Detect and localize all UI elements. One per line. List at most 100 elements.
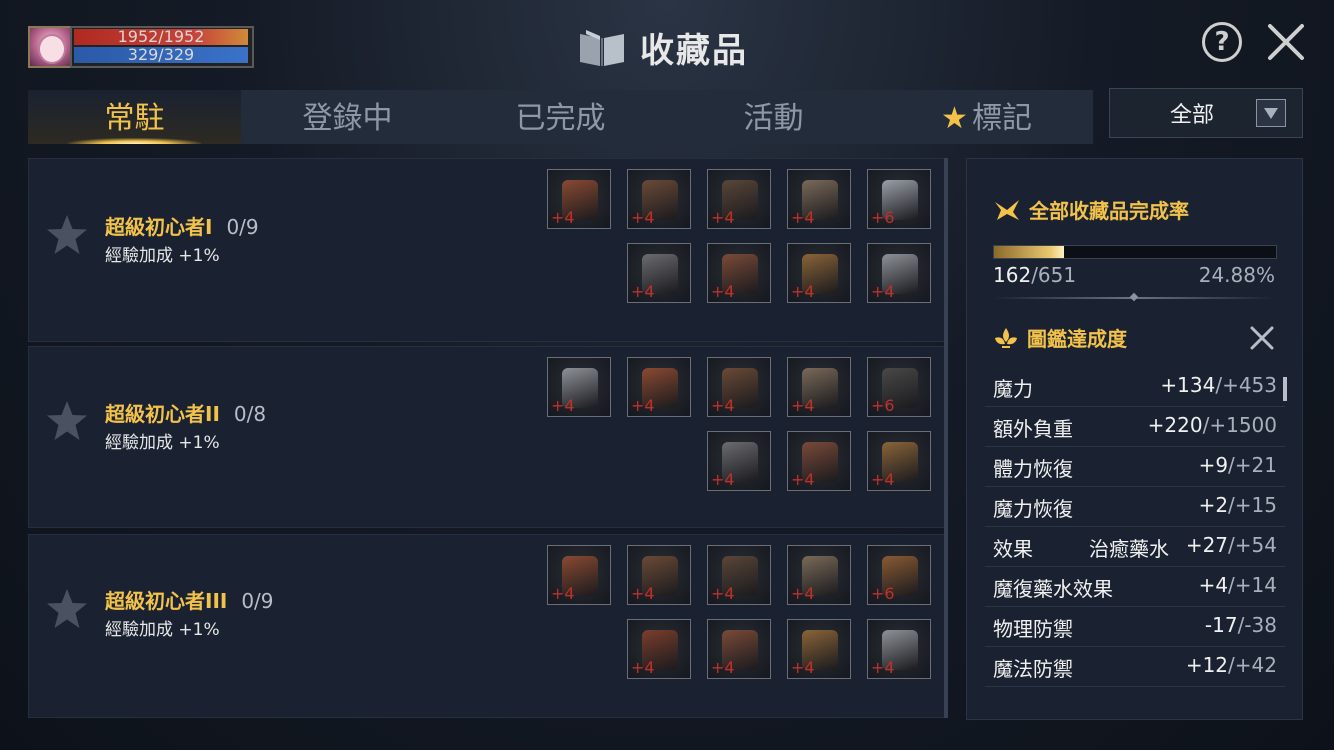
stat-value: +9/+21 [1198,453,1277,477]
stat-name: 魔力恢復 [993,497,1073,521]
stat-row: 體力恢復 +9/+21 [985,447,1285,487]
item-slot[interactable]: +4 [787,431,851,491]
star-icon: ★ [941,101,968,136]
stats-list[interactable]: 魔力 +134/+453 額外負重 +220/+1500 體力恢復 +9/+21 魔力恢復 +… [985,367,1285,687]
stat-name: 魔力 [993,377,1033,401]
stat-row: 魔力 +134/+453 [985,367,1285,407]
tab-marked-label: 標記 [971,101,1032,136]
collection-name: 超級初心者I 0/9 [105,215,259,239]
item-slot[interactable]: +4 [627,169,691,229]
tab-registering[interactable]: 登錄中 [241,90,454,144]
favorite-star-icon[interactable] [45,213,89,257]
stat-value: +12/+42 [1185,653,1277,677]
stat-row: 魔力恢復 +2/+15 [985,487,1285,527]
book-icon [576,26,628,68]
stat-value: -17/-38 [1204,613,1277,637]
collection-name: 超級初心者II 0/8 [105,402,267,426]
completion-percent: 24.88% [1198,263,1275,287]
collection-row[interactable]: 超級初心者II 0/8 經驗加成 +1% +4 +4 +4 +4 +6 +4 +4 +4 [28,346,948,528]
enhance-level: +4 [711,658,735,677]
close-icon [1250,326,1274,350]
item-slot[interactable]: +4 [787,357,851,417]
favorite-star-icon[interactable] [45,587,89,631]
stat-row: 效果 治癒藥水 +27/+54 [985,527,1285,567]
collection-count: 0/9 [241,589,274,613]
stat-name: 體力恢復 [993,457,1073,481]
filter-dropdown[interactable]: 全部 [1109,88,1303,138]
page-title-text: 收藏品 [640,30,748,71]
enhance-level: +4 [631,584,655,603]
item-slot[interactable]: +4 [707,545,771,605]
item-slot[interactable]: +4 [867,619,931,679]
enhance-level: +6 [871,396,895,415]
list-scrollbar[interactable] [944,158,948,718]
stats-title: 圖鑑達成度 [993,323,1127,352]
help-button[interactable]: ? [1202,22,1242,62]
close-button[interactable] [1266,22,1306,62]
item-slot[interactable]: +4 [787,243,851,303]
item-slot[interactable]: +4 [627,357,691,417]
enhance-level: +4 [791,396,815,415]
item-slot[interactable]: +4 [867,431,931,491]
tab-event[interactable]: 活動 [667,90,880,144]
item-slot[interactable]: +4 [707,431,771,491]
collection-bonus: 經驗加成 +1% [105,620,220,640]
collapse-stats-button[interactable] [1247,323,1277,353]
enhance-level: +4 [551,396,575,415]
item-slot[interactable]: +4 [707,619,771,679]
tab-permanent[interactable]: 常駐 [28,90,241,144]
stat-value: +2/+15 [1198,493,1277,517]
player-avatar[interactable] [28,26,74,68]
tab-completed[interactable]: 已完成 [454,90,667,144]
enhance-level: +4 [711,396,735,415]
stat-row: 魔復藥水效果 +4/+14 [985,567,1285,607]
item-slot[interactable]: +6 [867,357,931,417]
item-slot[interactable]: +4 [707,243,771,303]
enhance-level: +4 [871,282,895,301]
tab-bar: 常駐 登錄中 已完成 活動 ★ 標記 [28,90,1093,144]
stat-name: 效果 [993,537,1033,561]
mp-bar: 329/329 [74,47,248,63]
item-slot[interactable]: +6 [867,545,931,605]
close-icon [1268,24,1304,60]
enhance-level: +4 [551,208,575,227]
stat-name: 魔法防禦 [993,657,1073,681]
chevron-down-icon[interactable] [1256,99,1286,127]
favorite-star-icon[interactable] [45,399,89,443]
player-status-bars: 1952/1952 329/329 [70,26,254,68]
stat-value: +4/+14 [1198,573,1277,597]
stat-name: 額外負重 [993,417,1073,441]
item-slot[interactable]: +4 [867,243,931,303]
item-slot[interactable]: +4 [547,545,611,605]
divider-ornament [1129,292,1139,302]
item-slot[interactable]: +4 [787,619,851,679]
item-slot[interactable]: +4 [787,545,851,605]
collection-list: 超級初心者I 0/9 經驗加成 +1% +4 +4 +4 +4 +6 +4 +4 +4 +4 超級… [28,158,948,718]
collection-row[interactable]: 超級初心者III 0/9 經驗加成 +1% +4 +4 +4 +4 +6 +4 +4 +4 +4 [28,534,948,718]
tab-marked[interactable]: ★ 標記 [880,90,1093,144]
fleur-icon [995,327,1017,348]
collection-row[interactable]: 超級初心者I 0/9 經驗加成 +1% +4 +4 +4 +4 +6 +4 +4 +4 +4 [28,158,948,342]
item-slot[interactable]: +4 [627,545,691,605]
wings-icon [995,199,1019,220]
collection-name: 超級初心者III 0/9 [105,589,274,613]
enhance-level: +4 [871,658,895,677]
enhance-level: +4 [711,282,735,301]
item-slot[interactable]: +4 [787,169,851,229]
item-slot[interactable]: +4 [547,357,611,417]
item-slot[interactable]: +4 [547,169,611,229]
stat-value: +27/+54 [1185,533,1277,557]
completion-title: 全部收藏品完成率 [993,195,1189,224]
stat-row: 額外負重 +220/+1500 [985,407,1285,447]
item-slot[interactable]: +6 [867,169,931,229]
item-slot[interactable]: +4 [707,169,771,229]
page-title: 收藏品 [576,22,748,72]
stats-scrollbar[interactable] [1283,377,1287,401]
collection-count: 0/9 [226,215,259,239]
item-slot[interactable]: +4 [707,357,771,417]
enhance-level: +4 [631,282,655,301]
item-slot[interactable]: +4 [627,243,691,303]
item-slot[interactable]: +4 [627,619,691,679]
stat-detail: 治癒藥水 [1089,537,1169,561]
enhance-level: +4 [631,208,655,227]
